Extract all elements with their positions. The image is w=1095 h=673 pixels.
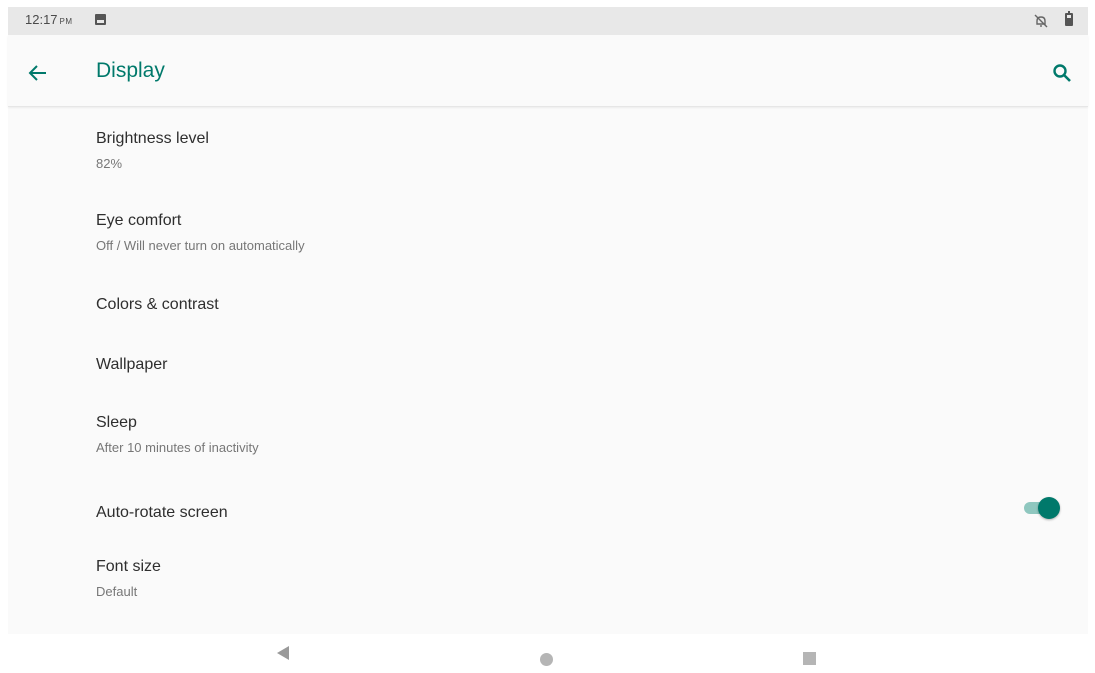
app-bar: Display (8, 35, 1088, 107)
search-button[interactable] (1046, 57, 1078, 89)
toggle-thumb (1038, 497, 1060, 519)
setting-title: Sleep (96, 414, 137, 431)
setting-eye-comfort[interactable]: Eye comfort Off / Will never turn on aut… (8, 198, 1088, 270)
arrow-back-icon (28, 65, 46, 81)
settings-screen: 12:17 PM Display Brightness level 82% Ey… (8, 7, 1088, 634)
page-title: Display (96, 59, 165, 82)
home-circle-icon[interactable] (540, 653, 553, 666)
setting-summary: 82% (96, 156, 123, 171)
back-button[interactable] (22, 57, 54, 89)
back-triangle-icon[interactable] (277, 646, 289, 660)
setting-title: Eye comfort (96, 212, 182, 229)
status-bar: 12:17 PM (8, 7, 1088, 35)
setting-title: Font size (96, 558, 161, 575)
setting-colors-contrast[interactable]: Colors & contrast (8, 280, 1088, 330)
status-clock: 12:17 PM (25, 12, 73, 27)
setting-title: Brightness level (96, 130, 209, 147)
battery-icon (1065, 11, 1073, 26)
setting-title: Wallpaper (96, 356, 168, 373)
status-ampm: PM (59, 17, 73, 26)
setting-auto-rotate-screen[interactable]: Auto-rotate screen (8, 488, 1088, 538)
setting-wallpaper[interactable]: Wallpaper (8, 340, 1088, 390)
setting-sleep[interactable]: Sleep After 10 minutes of inactivity (8, 400, 1088, 472)
setting-title: Colors & contrast (96, 296, 219, 313)
search-icon (1053, 64, 1071, 82)
setting-font-size[interactable]: Font size Default (8, 544, 1088, 616)
setting-summary: Default (96, 584, 138, 599)
setting-summary: After 10 minutes of inactivity (96, 440, 259, 455)
navigation-bar (0, 634, 1095, 673)
setting-title: Auto-rotate screen (96, 504, 228, 521)
image-notification-icon (95, 14, 106, 25)
recents-square-icon[interactable] (803, 652, 816, 665)
setting-summary: Off / Will never turn on automatically (96, 238, 305, 253)
setting-brightness-level[interactable]: Brightness level 82% (8, 116, 1088, 188)
auto-rotate-toggle[interactable] (1022, 495, 1062, 519)
do-not-disturb-icon (1034, 14, 1048, 28)
